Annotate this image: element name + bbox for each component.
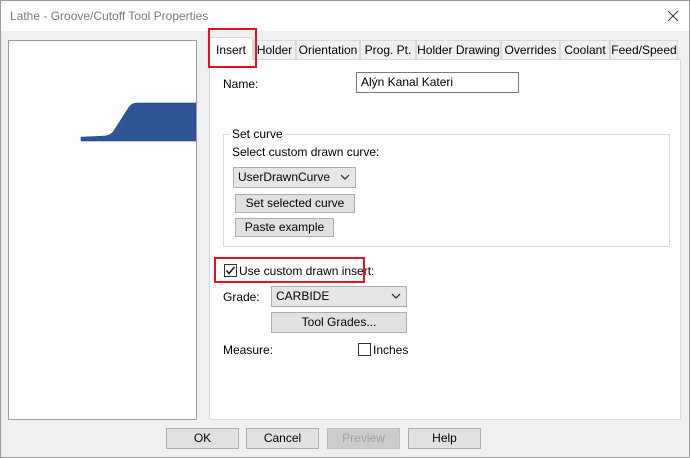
groove-tool-drawing xyxy=(80,102,197,142)
preview-button: Preview xyxy=(327,428,400,449)
cancel-button[interactable]: Cancel xyxy=(246,428,319,449)
grade-select-value: CARBIDE xyxy=(276,289,330,303)
grade-select[interactable]: CARBIDE xyxy=(271,286,407,307)
name-input[interactable]: Alýn Kanal Kateri xyxy=(356,72,519,93)
tool-properties-dialog: Lathe - Groove/Cutoff Tool Properties In… xyxy=(0,0,690,458)
chevron-down-icon xyxy=(339,168,351,186)
tab-holder-drawing[interactable]: Holder Drawing xyxy=(416,40,501,60)
help-button[interactable]: Help xyxy=(408,428,481,449)
curve-select-value: UserDrawnCurve xyxy=(238,170,331,184)
use-custom-insert-checkbox[interactable] xyxy=(224,264,237,277)
set-curve-title: Set curve xyxy=(230,127,285,141)
ok-button[interactable]: OK xyxy=(166,428,239,449)
inches-checkbox[interactable] xyxy=(358,343,371,356)
paste-example-button[interactable]: Paste example xyxy=(235,218,334,237)
title-bar: Lathe - Groove/Cutoff Tool Properties xyxy=(1,1,689,31)
tab-overrides[interactable]: Overrides xyxy=(501,40,560,60)
tab-prog-pt[interactable]: Prog. Pt. xyxy=(360,40,416,60)
use-custom-insert-label[interactable]: Use custom drawn insert: xyxy=(239,264,374,278)
grade-label: Grade: xyxy=(223,290,260,304)
checkmark-icon xyxy=(225,266,236,275)
select-curve-label: Select custom drawn curve: xyxy=(232,145,380,159)
tab-feed-speed[interactable]: Feed/Speed xyxy=(610,40,678,60)
window-title: Lathe - Groove/Cutoff Tool Properties xyxy=(10,9,209,23)
set-curve-group: Set curve Select custom drawn curve: Use… xyxy=(223,127,670,247)
name-label: Name: xyxy=(223,77,259,91)
close-icon[interactable] xyxy=(665,8,681,24)
tab-coolant[interactable]: Coolant xyxy=(560,40,610,60)
insert-tab-panel: Name: Alýn Kanal Kateri Set curve Select… xyxy=(209,59,681,420)
tool-preview-pane xyxy=(8,40,197,420)
inches-label[interactable]: Inches xyxy=(373,343,408,357)
tab-holder[interactable]: Holder xyxy=(253,40,296,60)
chevron-down-icon xyxy=(390,287,402,305)
tool-grades-button[interactable]: Tool Grades... xyxy=(271,312,407,333)
set-selected-curve-button[interactable]: Set selected curve xyxy=(235,194,355,213)
tab-insert[interactable]: Insert xyxy=(209,37,253,60)
curve-select[interactable]: UserDrawnCurve xyxy=(233,167,356,188)
tab-orientation[interactable]: Orientation xyxy=(296,40,360,60)
measure-label: Measure: xyxy=(223,343,274,357)
